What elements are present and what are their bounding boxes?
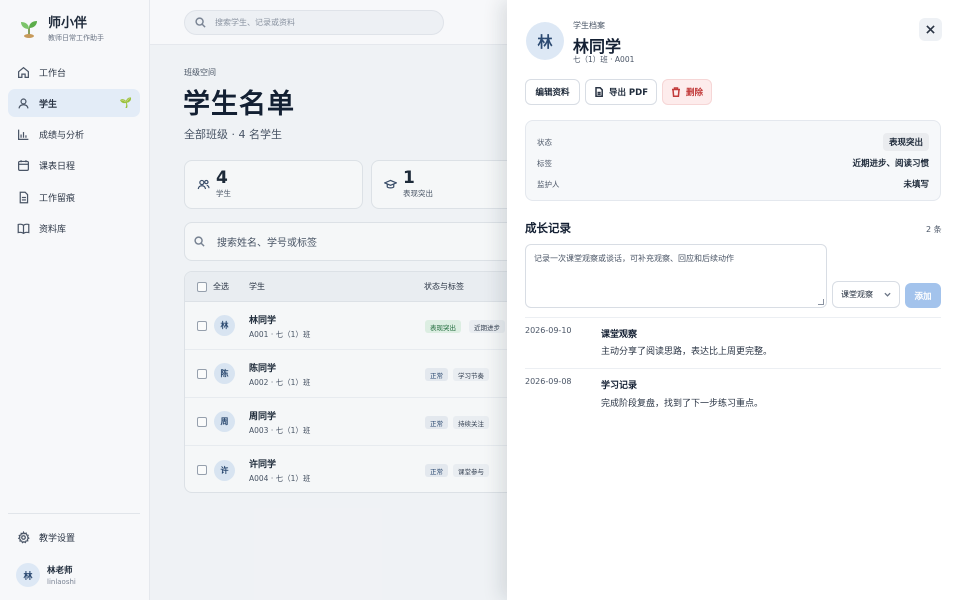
file-icon — [595, 87, 603, 97]
record-type: 课堂观察 — [601, 330, 638, 340]
settings-label: 教学设置 — [39, 534, 76, 544]
student-profile-drawer: 林 学生档案 林同学 七（1）班 · A001 编辑资料 导出 PDF 删除 状… — [507, 0, 960, 600]
info-key: 监护人 — [537, 179, 560, 189]
records-title: 成长记录 — [525, 221, 571, 235]
delete-button[interactable]: 删除 — [662, 79, 712, 105]
info-key: 标签 — [537, 158, 552, 168]
record-type-select[interactable]: 课堂观察 — [832, 281, 900, 308]
export-label: 导出 PDF — [608, 88, 649, 98]
divider — [525, 368, 941, 369]
brand-tagline: 教师日常工作助手 — [48, 34, 104, 42]
sidebar-item-label: 成绩与分析 — [39, 131, 85, 142]
sidebar-item-grades[interactable]: 成绩与分析 — [8, 121, 140, 149]
user-name: 林老师 — [47, 566, 73, 576]
status-badge: 表现突出 — [882, 133, 929, 151]
brand[interactable]: 师小伴 教师日常工作助手 — [18, 12, 104, 43]
avatar: 林 — [16, 563, 40, 587]
profile-info-card: 状态 表现突出 标签 近期进步、阅读习惯 监护人 未填写 — [525, 120, 941, 201]
record-date: 2026-09-10 — [525, 326, 572, 335]
sidebar-item-label: 学生 — [39, 99, 58, 110]
record-text: 完成阶段复盘，找到了下一步练习重点。 — [601, 399, 764, 409]
info-row-tags: 标签 近期进步、阅读习惯 — [537, 157, 929, 170]
global-search-placeholder: 搜索学生、记录或资料 — [215, 18, 295, 27]
teaching-settings-button[interactable]: 教学设置 — [17, 531, 75, 544]
book-icon — [17, 223, 30, 235]
delete-label: 删除 — [685, 88, 703, 98]
gear-icon — [17, 531, 30, 544]
home-icon — [18, 66, 29, 78]
document-icon — [19, 191, 29, 204]
edit-profile-button[interactable]: 编辑资料 — [525, 79, 580, 105]
record-date: 2026-09-08 — [525, 377, 572, 386]
info-row-status: 状态 表现突出 — [537, 133, 929, 151]
info-value: 未填写 — [903, 180, 929, 190]
sprout-logo-icon — [21, 20, 37, 38]
sidebar-item-workbench[interactable]: 工作台 — [8, 58, 140, 86]
drawer-eyebrow: 学生档案 — [573, 21, 605, 30]
record-textarea[interactable]: 记录一次课堂观察或谈话，可补充观察、回应和后续动作 — [525, 244, 827, 308]
trash-icon — [671, 87, 680, 97]
info-row-guardian: 监护人 未填写 — [537, 178, 929, 191]
bar-chart-icon — [18, 129, 29, 141]
sprout-icon: 🌱 — [119, 97, 132, 109]
info-key: 状态 — [537, 137, 552, 147]
user-icon — [18, 98, 29, 109]
sidebar-nav: 工作台 学生 🌱 成绩与分析 课表日程 工作留痕 资料库 — [8, 58, 140, 246]
export-pdf-button[interactable]: 导出 PDF — [585, 79, 657, 105]
user-profile[interactable]: 林 林老师 linlaoshi — [16, 563, 76, 587]
sidebar-item-label: 工作台 — [39, 68, 67, 79]
record-type-value: 课堂观察 — [841, 290, 873, 299]
drawer-backdrop[interactable] — [150, 45, 507, 600]
sidebar-item-students[interactable]: 学生 🌱 — [8, 89, 140, 118]
sidebar-divider — [8, 513, 140, 514]
sidebar-item-schedule[interactable]: 课表日程 — [8, 152, 140, 180]
sidebar-item-label: 工作留痕 — [39, 193, 76, 204]
global-search-input[interactable]: 搜索学生、记录或资料 — [184, 10, 444, 35]
record-text: 主动分享了阅读思路，表达比上周更完整。 — [601, 347, 773, 357]
sidebar-item-label: 资料库 — [39, 224, 67, 235]
record-placeholder: 记录一次课堂观察或谈话，可补充观察、回应和后续动作 — [534, 254, 734, 263]
sidebar-item-label: 课表日程 — [39, 162, 76, 173]
avatar: 林 — [526, 22, 564, 60]
record-type: 学习记录 — [601, 381, 638, 391]
brand-name: 师小伴 — [48, 16, 88, 31]
sidebar-item-library[interactable]: 资料库 — [8, 214, 140, 242]
divider — [525, 317, 941, 318]
close-icon — [926, 25, 935, 34]
sidebar-item-worklog[interactable]: 工作留痕 — [8, 183, 140, 211]
drawer-student-meta: 七（1）班 · A001 — [573, 55, 635, 64]
records-count: 2 条 — [926, 225, 942, 234]
chevron-down-icon — [884, 292, 891, 297]
calendar-icon — [18, 160, 29, 172]
info-value: 近期进步、阅读习惯 — [852, 159, 929, 169]
resize-handle-icon[interactable] — [818, 299, 824, 305]
edit-label: 编辑资料 — [535, 88, 570, 98]
sidebar: 师小伴 教师日常工作助手 工作台 学生 🌱 成绩与分析 课表日程 工作留痕 资料… — [0, 0, 150, 600]
add-record-button[interactable]: 添加 — [905, 283, 941, 308]
user-id: linlaoshi — [47, 578, 76, 586]
close-button[interactable] — [919, 18, 942, 41]
search-icon — [195, 17, 206, 28]
